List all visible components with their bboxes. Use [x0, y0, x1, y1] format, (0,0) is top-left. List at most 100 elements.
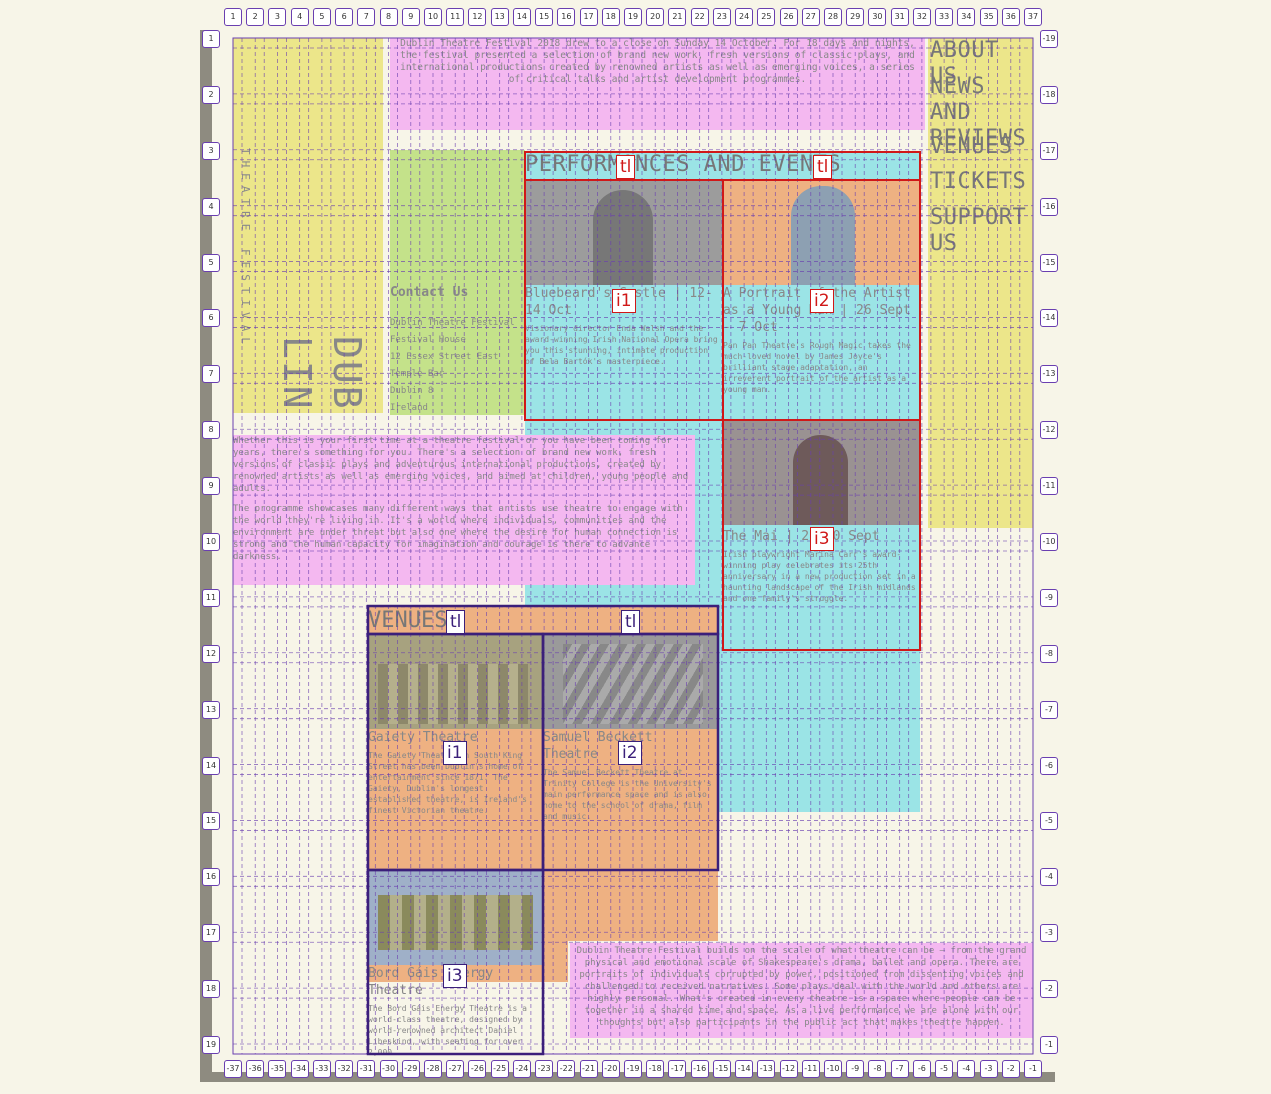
column-number-top: 21	[668, 8, 687, 26]
contact-line: Festival House	[390, 335, 466, 345]
venue-photo-3	[368, 870, 543, 965]
contact-lines: Dublin Theatre Festival Festival House 1…	[390, 315, 515, 417]
venue-desc-3: The Bord Gáis Energy Theatre is a world-…	[368, 1004, 527, 1057]
column-number-top: 23	[712, 8, 731, 26]
venue-title-label-2: tl	[621, 610, 641, 634]
column-number-bottom: -3	[979, 1060, 998, 1078]
perf-item-label-3: i3	[810, 527, 834, 551]
column-number-bottom: -19	[624, 1060, 642, 1078]
column-number-top: 15	[535, 8, 554, 26]
column-number-bottom: -1	[1024, 1060, 1042, 1078]
column-number-bottom: -7	[890, 1060, 909, 1078]
column-number-top: 37	[1024, 8, 1042, 26]
column-number-bottom: -33	[312, 1060, 331, 1078]
row-number-right: -6	[1040, 756, 1058, 775]
nav-block: ABOUT US NEWS AND REVIEWS VENUES TICKETS…	[928, 38, 1033, 528]
column-number-top: 19	[624, 8, 642, 26]
column-number-top: 13	[490, 8, 509, 26]
column-number-top: 14	[512, 8, 531, 26]
row-number-left: 18	[202, 980, 220, 999]
row-number-right: -8	[1040, 644, 1058, 663]
venue-desc-2: The Samuel Beckett Theatre at Trinity Co…	[543, 768, 712, 821]
column-number-bottom: -28	[424, 1060, 442, 1078]
row-number-right: -15	[1040, 253, 1058, 272]
column-number-bottom: -6	[912, 1060, 931, 1078]
nav-item-support[interactable]: SUPPORT US	[930, 205, 1030, 257]
bottom-text-block: Dublin Theatre Festival builds on the sc…	[570, 943, 1033, 1038]
contact-line: Dublin Theatre Festival	[390, 318, 515, 328]
column-number-top: 30	[868, 8, 887, 26]
column-number-bottom: -24	[512, 1060, 531, 1078]
column-number-top: 2	[246, 8, 265, 26]
column-number-top: 10	[424, 8, 442, 26]
row-number-left: 9	[202, 477, 220, 496]
column-number-bottom: -27	[446, 1060, 465, 1078]
row-number-left: 11	[202, 588, 220, 607]
column-number-top: 28	[824, 8, 842, 26]
performance-desc-2: Pan Pan Theatre's Rough Magic takes the …	[723, 341, 911, 394]
column-number-bottom: -10	[824, 1060, 842, 1078]
column-number-bottom: -14	[735, 1060, 754, 1078]
venues-heading: VENUES	[368, 608, 448, 633]
column-number-top: 33	[935, 8, 954, 26]
column-number-top: 34	[957, 8, 976, 26]
column-number-bottom: -9	[846, 1060, 865, 1078]
row-number-right: -1	[1040, 1036, 1058, 1054]
venue-item-label-3: i3	[443, 964, 467, 988]
body-text-block: Whether this is your first time at a the…	[233, 435, 695, 585]
column-number-top: 9	[401, 8, 420, 26]
row-number-left: 5	[202, 253, 220, 272]
performance-photo-2	[723, 180, 920, 285]
venue-photo-1	[368, 634, 543, 729]
bottom-text: Dublin Theatre Festival builds on the sc…	[576, 946, 1027, 1028]
column-number-top: 1	[224, 8, 242, 26]
column-number-bottom: -18	[646, 1060, 665, 1078]
row-number-left: 19	[202, 1036, 220, 1054]
row-number-right: -2	[1040, 980, 1058, 999]
performance-desc-1: Visionary director Enda Walsh and the aw…	[525, 324, 718, 366]
perf-item-label-2: i2	[810, 289, 834, 313]
row-number-left: 12	[202, 644, 220, 663]
column-number-bottom: -4	[957, 1060, 976, 1078]
column-number-top: 3	[268, 8, 287, 26]
nav-item-tickets[interactable]: TICKETS	[930, 169, 1026, 195]
row-number-right: -7	[1040, 700, 1058, 719]
row-number-left: 6	[202, 309, 220, 328]
row-number-left: 14	[202, 756, 220, 775]
intro-block: Dublin Theatre Festival 2018 drew to a c…	[390, 38, 925, 130]
row-number-right: -3	[1040, 924, 1058, 943]
column-number-bottom: -11	[801, 1060, 820, 1078]
column-number-bottom: -25	[490, 1060, 509, 1078]
row-number-right: -16	[1040, 197, 1058, 216]
column-number-top: 31	[890, 8, 909, 26]
contact-heading: Contact Us	[390, 285, 469, 300]
left-margin-bar	[200, 30, 212, 1080]
column-number-top: 20	[646, 8, 665, 26]
column-number-top: 22	[690, 8, 709, 26]
column-number-top: 7	[357, 8, 376, 26]
column-number-bottom: -31	[357, 1060, 376, 1078]
row-number-left: 7	[202, 365, 220, 384]
row-number-right: -18	[1040, 85, 1058, 104]
column-number-top: 35	[979, 8, 998, 26]
row-number-left: 16	[202, 868, 220, 887]
row-number-left: 8	[202, 421, 220, 440]
column-number-bottom: -16	[690, 1060, 709, 1078]
logo-block: THEATRE FESTIVAL DUB LIN	[233, 38, 383, 413]
column-number-top: 8	[379, 8, 398, 26]
row-number-right: -14	[1040, 309, 1058, 328]
column-number-top: 29	[846, 8, 865, 26]
column-number-top: 17	[579, 8, 598, 26]
column-number-bottom: -37	[224, 1060, 242, 1078]
column-number-bottom: -17	[668, 1060, 687, 1078]
performance-photo-3	[723, 420, 920, 525]
column-number-top: 4	[290, 8, 309, 26]
nav-item-venues[interactable]: VENUES	[930, 134, 1012, 160]
logo-line1: DUB	[325, 336, 369, 411]
column-number-top: 5	[312, 8, 331, 26]
row-number-left: 15	[202, 812, 220, 831]
column-number-top: 25	[757, 8, 776, 26]
venue-item-label-1: i1	[443, 741, 467, 765]
column-number-top: 12	[468, 8, 487, 26]
column-number-bottom: -15	[712, 1060, 731, 1078]
